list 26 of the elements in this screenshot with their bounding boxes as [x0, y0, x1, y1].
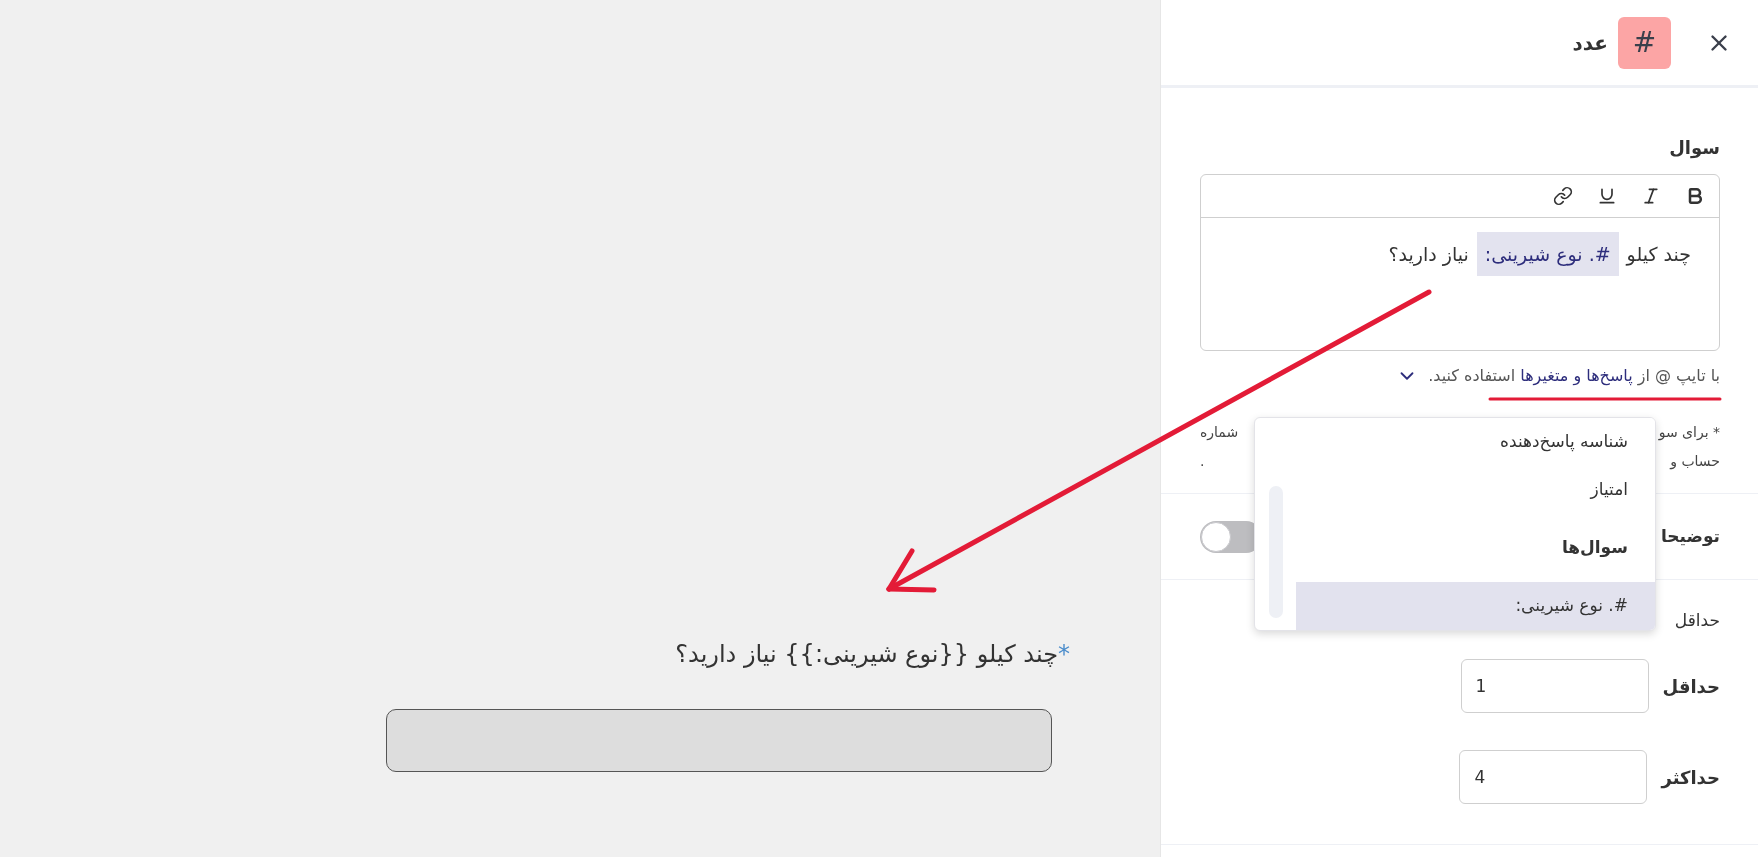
group-heading: سوال‌ها [1561, 536, 1628, 560]
hint-text: با تایپ @ از پاسخ‌ها و متغیرها استفاده کنید. [1428, 365, 1720, 387]
italic-icon[interactable] [1641, 186, 1661, 206]
editor-input[interactable]: چند کیلو #. نوع شیرینی: نیاز دارید؟ [1201, 218, 1719, 350]
underline-icon[interactable] [1597, 186, 1617, 206]
dropdown-option[interactable]: شناسه پاسخ‌دهنده [1296, 418, 1655, 466]
panel-title: عدد [1572, 29, 1608, 57]
field-label: حداکثر [1661, 765, 1720, 791]
question-text: * چند کیلو {{نوع شیرینی:}} نیاز دارید؟ [675, 639, 1070, 670]
variable-chip[interactable]: #. نوع شیرینی: [1476, 232, 1619, 276]
editor-text: چند کیلو [1626, 242, 1691, 268]
link-icon[interactable] [1553, 186, 1573, 206]
range-caption: حداقل [1674, 609, 1720, 632]
field-label: سوال [1669, 136, 1720, 160]
note-text: حساب و [1670, 452, 1720, 472]
variables-link[interactable]: پاسخ‌ها و متغیرها [1520, 366, 1633, 385]
type-badge: # [1618, 16, 1671, 69]
field-label: حداقل [1662, 674, 1720, 699]
note-text: شماره [1200, 423, 1239, 443]
dropdown-option[interactable]: #. نوع شیرینی: [1296, 582, 1655, 630]
toggle-label: توضیحا [1660, 524, 1720, 548]
note-text: . [1200, 452, 1205, 471]
note-text: * برای سو [1658, 423, 1720, 443]
number-input[interactable]: 4 [1459, 750, 1648, 804]
editor-text: نیاز دارید؟ [1388, 242, 1469, 268]
number-input[interactable]: 1 [1460, 659, 1649, 713]
